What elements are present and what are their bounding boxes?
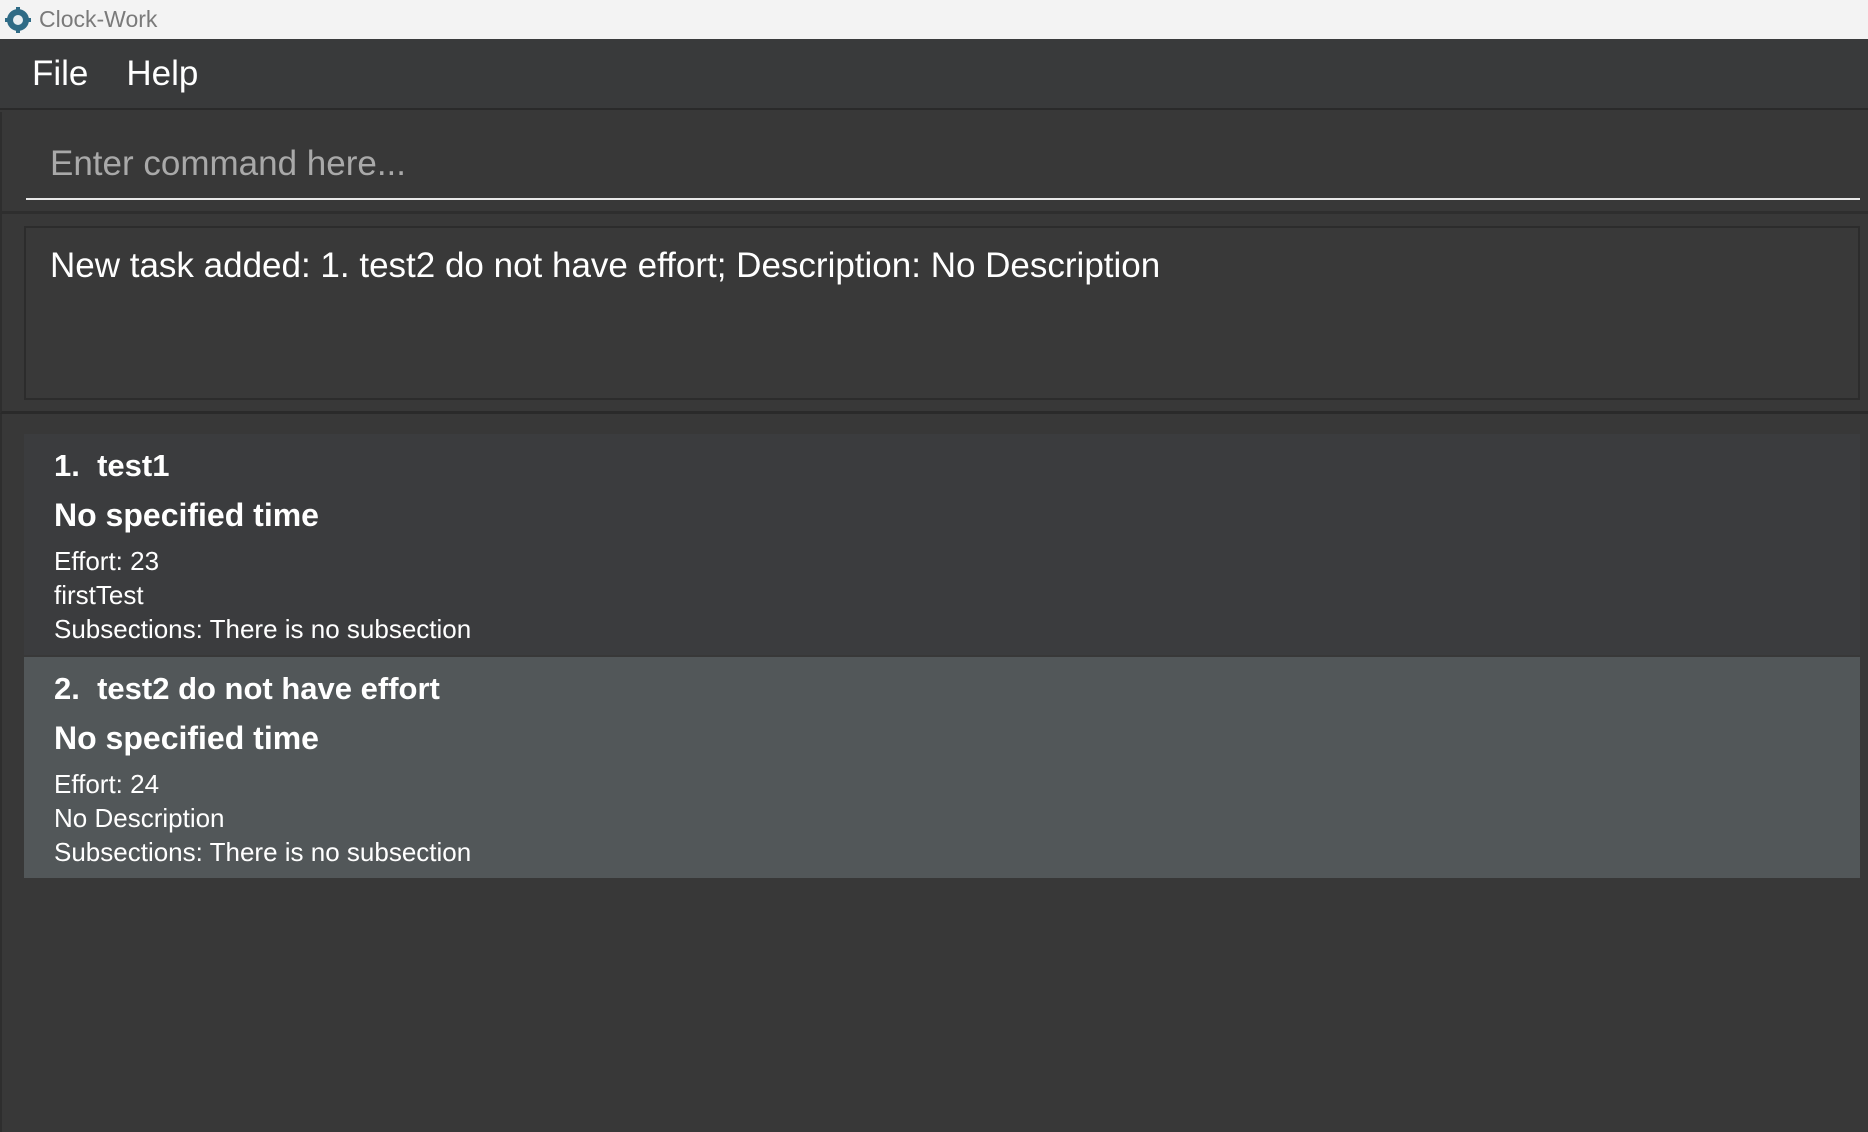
task-card[interactable]: 1. test1 No specified time Effort: 23 fi… — [24, 434, 1860, 655]
task-index: 1. — [54, 448, 80, 483]
task-title: 1. test1 — [54, 448, 169, 484]
task-name: test2 do not have effort — [97, 671, 440, 706]
menu-bar: File Help — [0, 39, 1868, 110]
result-message: New task added: 1. test2 do not have eff… — [50, 246, 1161, 285]
task-time: No specified time — [54, 720, 319, 756]
task-effort: Effort: 24 — [54, 769, 160, 799]
command-box-panel — [0, 112, 1868, 214]
task-list-panel[interactable]: 1. test1 No specified time Effort: 23 fi… — [0, 414, 1868, 1132]
task-index: 2. — [54, 671, 80, 706]
task-description: firstTest — [54, 580, 144, 610]
window-title: Clock-Work — [39, 6, 158, 32]
result-display-box: New task added: 1. test2 do not have eff… — [24, 226, 1860, 400]
command-input[interactable] — [26, 130, 1860, 200]
task-card-selected[interactable]: 2. test2 do not have effort No specified… — [24, 657, 1860, 878]
task-description: No Description — [54, 803, 225, 833]
gear-app-icon — [3, 5, 33, 35]
menu-help[interactable]: Help — [126, 54, 198, 94]
task-subsections: Subsections: There is no subsection — [54, 837, 472, 867]
title-bar: Clock-Work — [0, 0, 1868, 39]
task-subsections: Subsections: There is no subsection — [54, 614, 472, 644]
result-display-panel: New task added: 1. test2 do not have eff… — [0, 214, 1868, 414]
menu-file[interactable]: File — [32, 54, 88, 94]
task-title: 2. test2 do not have effort — [54, 671, 440, 707]
task-effort: Effort: 23 — [54, 546, 160, 576]
task-time: No specified time — [54, 497, 319, 533]
task-name: test1 — [97, 448, 170, 483]
